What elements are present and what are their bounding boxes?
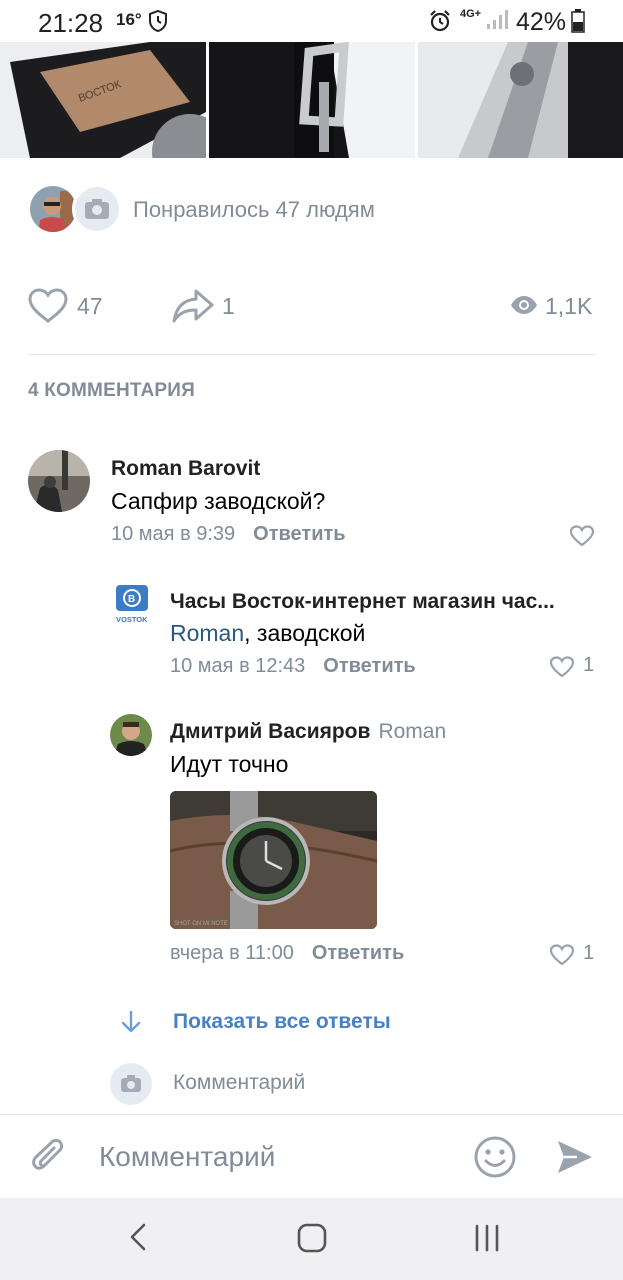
svg-text:B: B xyxy=(128,594,135,605)
reply-to-link[interactable]: Roman xyxy=(378,720,446,743)
status-temperature: 16° xyxy=(116,10,142,29)
view-count: 1,1K xyxy=(545,293,593,319)
comment-photo[interactable]: SHOT ON MI NOTE xyxy=(170,791,377,929)
comment-author[interactable]: Roman Barovit xyxy=(111,457,260,481)
back-icon[interactable] xyxy=(126,1222,150,1252)
post-actions: 47 1 1,1K xyxy=(28,285,596,329)
comment-like-count: 1 xyxy=(583,942,595,964)
share-icon[interactable] xyxy=(172,288,214,324)
reply-button[interactable]: Ответить xyxy=(312,942,404,964)
heart-icon[interactable] xyxy=(569,525,595,547)
heart-icon[interactable] xyxy=(549,944,575,966)
status-bar: 21:28 16° 4G+ 42% xyxy=(0,0,623,42)
comment-input[interactable]: Комментарий xyxy=(99,1141,275,1173)
network-type: 4G+ xyxy=(460,8,482,20)
divider xyxy=(28,354,596,355)
svg-text:SHOT ON MI NOTE: SHOT ON MI NOTE xyxy=(174,921,228,927)
comment-author: Дмитрий Васияров Roman xyxy=(170,720,446,744)
emoji-icon[interactable] xyxy=(473,1135,517,1179)
avatar[interactable] xyxy=(110,714,152,756)
svg-text:VOSTOK: VOSTOK xyxy=(116,615,148,624)
heart-icon[interactable] xyxy=(549,656,575,678)
comment-text: Roman, заводской xyxy=(170,620,365,647)
comment-author[interactable]: Часы Восток-интернет магазин час... xyxy=(170,590,555,614)
show-all-replies-label: Показать все ответы xyxy=(173,1010,391,1033)
mention-link[interactable]: Roman xyxy=(170,620,244,646)
inline-comment-input[interactable]: Комментарий xyxy=(110,1063,590,1105)
attach-icon[interactable] xyxy=(29,1137,69,1179)
liker-placeholder-avatar xyxy=(72,184,122,234)
status-time: 21:28 xyxy=(38,8,104,38)
comment-date: 10 мая в 12:43 xyxy=(170,655,306,677)
inline-comment-placeholder: Комментарий xyxy=(173,1071,306,1094)
comment-item: B VOSTOK Часы Восток-интернет магазин ча… xyxy=(115,584,596,684)
comment-date: вчера в 11:00 xyxy=(170,942,294,964)
comment-item: Roman Barovit Сапфир заводской? 10 мая в… xyxy=(28,450,596,550)
system-nav-bar xyxy=(0,1198,623,1280)
alarm-icon xyxy=(430,10,450,32)
eye-icon xyxy=(511,296,537,314)
recent-apps-icon[interactable] xyxy=(472,1224,502,1252)
comment-composer: Комментарий xyxy=(0,1114,623,1198)
likes-summary-text: Понравилось 47 людям xyxy=(133,197,375,222)
battery-percent: 42% xyxy=(516,8,567,36)
comment-date: 10 мая в 9:39 xyxy=(111,523,236,545)
comments-header: 4 КОММЕНТАРИЯ xyxy=(28,380,195,401)
photo-crown[interactable] xyxy=(418,42,623,158)
user-avatar-placeholder xyxy=(110,1063,152,1105)
reply-button[interactable]: Ответить xyxy=(253,523,345,545)
like-count: 47 xyxy=(77,293,103,319)
camera-icon xyxy=(121,1075,141,1092)
comment-like-count: 1 xyxy=(583,654,595,676)
photo-buckle[interactable] xyxy=(209,42,415,158)
comment-text-body: , заводской xyxy=(244,620,366,646)
likes-summary[interactable]: Понравилось 47 людям xyxy=(28,184,608,234)
comment-meta: 10 мая в 12:43 Ответить xyxy=(170,655,416,678)
comment-item: Дмитрий Васияров Roman Идут точно SHOT ON… xyxy=(110,714,596,974)
avatar[interactable] xyxy=(28,450,90,512)
heart-icon[interactable] xyxy=(28,288,68,324)
signal-icon xyxy=(487,10,508,29)
photo-strap-back[interactable]: ВОСТОК xyxy=(0,42,206,158)
home-icon[interactable] xyxy=(296,1222,328,1254)
liker-avatar xyxy=(28,184,78,234)
comment-text: Идут точно xyxy=(170,751,289,777)
comment-text: Сапфир заводской? xyxy=(111,488,326,514)
post-photos: ВОСТОК xyxy=(0,42,623,158)
camera-icon xyxy=(85,199,109,219)
shield-icon xyxy=(149,10,167,32)
comment-meta: вчера в 11:00 Ответить xyxy=(170,942,404,965)
battery-icon xyxy=(571,9,585,33)
arrow-down-icon xyxy=(121,1010,141,1033)
send-icon[interactable] xyxy=(555,1137,595,1177)
comment-author-name[interactable]: Дмитрий Васияров xyxy=(170,720,370,743)
reply-button[interactable]: Ответить xyxy=(323,655,415,677)
comment-meta: 10 мая в 9:39 Ответить xyxy=(111,523,346,546)
share-count: 1 xyxy=(222,293,235,319)
avatar[interactable]: B VOSTOK xyxy=(115,584,149,624)
show-all-replies[interactable]: Показать все ответы xyxy=(120,1006,520,1038)
